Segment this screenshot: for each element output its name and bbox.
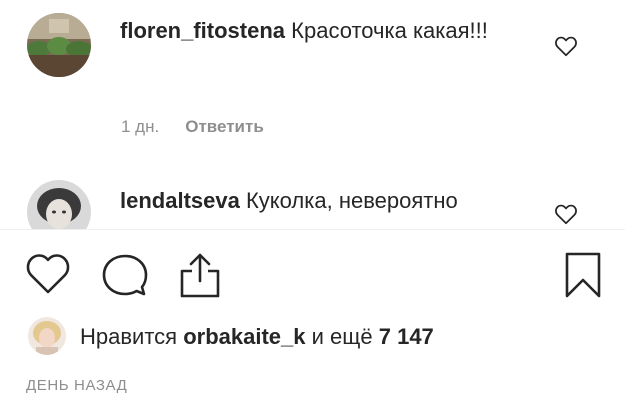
comment-text: Красоточка какая!!!	[291, 18, 488, 43]
like-button[interactable]	[25, 253, 71, 300]
comment-like-icon[interactable]	[553, 33, 579, 59]
comment-text: Куколка, невероятно	[245, 188, 458, 213]
avatar[interactable]	[27, 13, 91, 77]
liker-avatar[interactable]	[28, 317, 66, 355]
likes-text: Нравится orbakaite_k и ещё 7 147	[80, 323, 434, 351]
comment-meta: 1 дн. Ответить	[121, 117, 264, 137]
share-button[interactable]	[178, 251, 222, 304]
comment-body: floren_fitostena Красоточка какая!!!	[120, 16, 540, 46]
reply-button[interactable]: Ответить	[185, 117, 264, 136]
save-button[interactable]	[564, 251, 602, 304]
comments-list: floren_fitostena Красоточка какая!!! 1 д…	[0, 0, 625, 229]
comment-username[interactable]: lendaltseva	[120, 188, 240, 213]
likes-connector: и ещё	[311, 324, 373, 349]
divider	[0, 229, 625, 230]
comment-time: 1 дн.	[121, 117, 160, 136]
likes-count[interactable]: 7 147	[379, 324, 434, 349]
bookmark-icon	[565, 252, 601, 298]
comment-button[interactable]	[102, 253, 148, 302]
likes-prefix: Нравится	[80, 324, 178, 349]
comment-username[interactable]: floren_fitostena	[120, 18, 285, 43]
likes-summary: Нравится orbakaite_k и ещё 7 147	[28, 317, 608, 357]
share-upload-icon	[180, 253, 220, 298]
comment-body: lendaltseva Куколка, невероятно	[120, 186, 540, 216]
avatar[interactable]	[27, 180, 91, 229]
post-timestamp[interactable]: ДЕНЬ НАЗАД	[26, 377, 127, 394]
comment-bubble-icon	[102, 254, 148, 296]
comment-like-icon[interactable]	[553, 201, 579, 227]
heart-icon	[26, 254, 70, 294]
liker-username[interactable]: orbakaite_k	[183, 324, 305, 349]
